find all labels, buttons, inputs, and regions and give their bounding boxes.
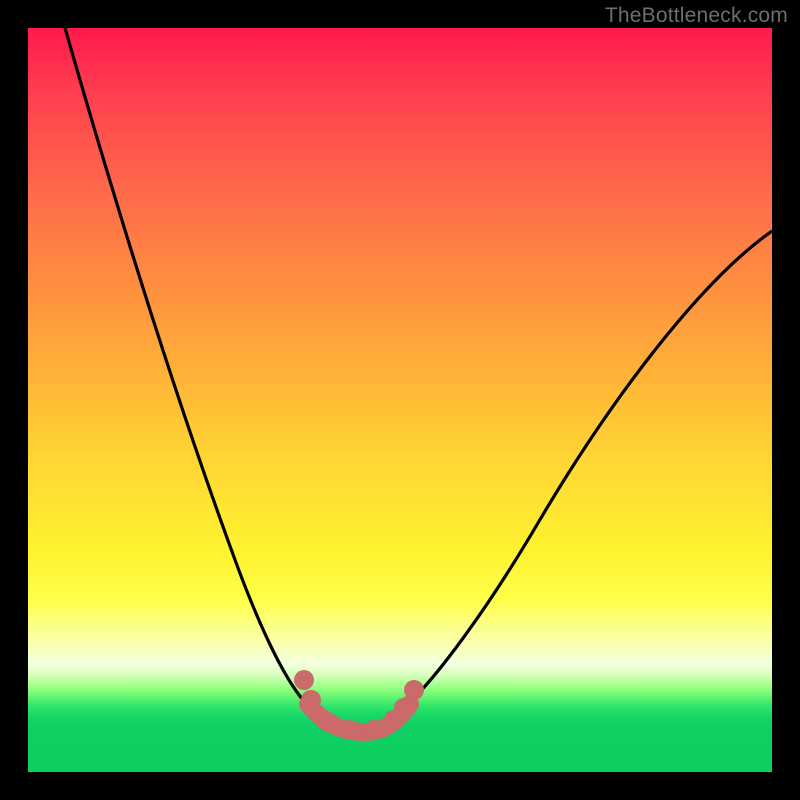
- watermark-text: TheBottleneck.com: [605, 4, 788, 28]
- highlight-dot: [404, 680, 424, 700]
- highlight-dot: [384, 710, 404, 730]
- highlight-dot: [294, 670, 314, 690]
- highlight-dot: [301, 690, 321, 710]
- highlight-dot: [318, 712, 338, 732]
- highlight-stroke: [308, 704, 410, 732]
- highlight-dot: [340, 720, 360, 740]
- curve-path: [65, 28, 772, 728]
- plot-area: [28, 28, 772, 772]
- highlight-dot: [364, 720, 384, 740]
- chart-frame: TheBottleneck.com: [0, 0, 800, 800]
- highlight-dot: [394, 698, 414, 718]
- bottleneck-curve: [28, 28, 772, 772]
